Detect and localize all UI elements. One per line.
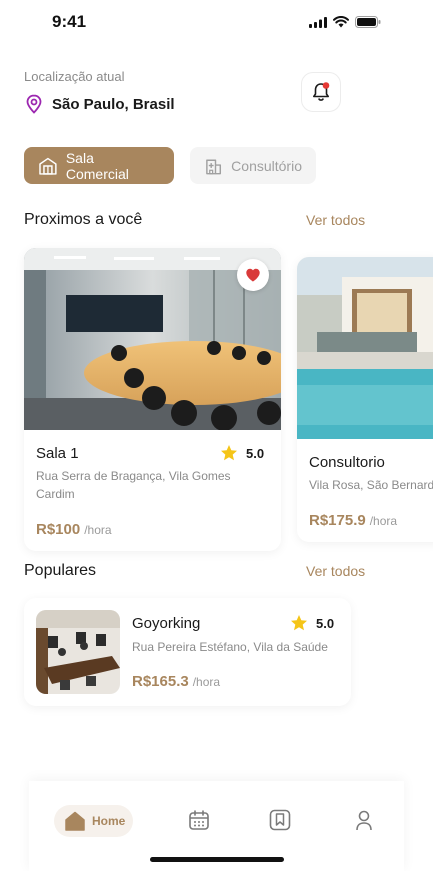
- nearby-card-consultorio[interactable]: Consultorio Vila Rosa, São Bernardo R$17…: [297, 257, 433, 542]
- price-value: R$165.3: [132, 673, 189, 690]
- category-chip-sala-comercial[interactable]: Sala Comercial: [24, 147, 174, 184]
- card-price: R$175.9 /hora: [309, 512, 397, 529]
- home-icon: [65, 811, 85, 831]
- card-price: R$100 /hora: [36, 521, 112, 538]
- home-indicator: [150, 857, 284, 862]
- status-bar: 9:41: [0, 0, 433, 44]
- building-icon: [39, 157, 57, 175]
- notification-dot: [322, 82, 330, 89]
- card-price: R$165.3 /hora: [132, 673, 220, 690]
- coworking-image: [36, 610, 120, 694]
- star-icon: [221, 445, 237, 461]
- rating-value: 5.0: [246, 445, 265, 461]
- card-title: Sala 1: [36, 445, 79, 462]
- nearby-card-sala-1[interactable]: Sala 1 5.0 Rua Serra de Bragança, Vila G…: [24, 248, 281, 551]
- location-label: Localização atual: [24, 69, 125, 84]
- nav-home-label: Home: [92, 814, 126, 828]
- card-address: Rua Serra de Bragança, Vila Gomes Cardim: [36, 469, 231, 501]
- star-icon: [291, 615, 307, 631]
- popular-section-title: Populares: [24, 562, 97, 579]
- status-time: 9:41: [52, 12, 87, 31]
- price-value: R$175.9: [309, 512, 366, 529]
- location-value: São Paulo, Brasil: [52, 95, 175, 113]
- category-chip-consultorio[interactable]: Consultório: [190, 147, 316, 184]
- map-pin-icon: [26, 94, 42, 114]
- heart-icon: [246, 268, 260, 282]
- card-address: Vila Rosa, São Bernardo: [309, 478, 433, 492]
- battery-icon: [355, 16, 381, 28]
- notification-button[interactable]: [301, 72, 341, 112]
- rating-value: 5.0: [316, 615, 335, 631]
- bottom-nav: Home: [29, 781, 404, 871]
- card-rating: 5.0: [220, 444, 264, 462]
- category-chip-label: Consultório: [231, 157, 302, 174]
- profile-icon[interactable]: [353, 809, 375, 831]
- popular-see-all-link[interactable]: Ver todos: [306, 563, 365, 579]
- cellular-signal-icon: [309, 16, 327, 28]
- bell-icon: [313, 82, 330, 101]
- pool-house-image: [297, 257, 433, 439]
- nav-home-tab[interactable]: Home: [54, 805, 133, 837]
- location-selector[interactable]: São Paulo, Brasil: [24, 94, 175, 114]
- bookmark-icon[interactable]: [269, 809, 291, 831]
- card-title: Consultorio: [309, 454, 385, 471]
- clinic-icon: [206, 159, 222, 174]
- card-title: Goyorking: [132, 615, 201, 632]
- price-unit: /hora: [192, 675, 221, 689]
- popular-card-goyorking[interactable]: Goyorking 5.0 Rua Pereira Estéfano, Vila…: [24, 598, 351, 706]
- category-chip-label: Sala Comercial: [65, 149, 129, 182]
- nearby-section-title: Proximos a você: [24, 211, 143, 228]
- favorite-button[interactable]: [237, 259, 269, 291]
- price-value: R$100: [36, 521, 81, 538]
- price-unit: /hora: [84, 523, 112, 537]
- status-icons: [309, 16, 381, 28]
- nearby-see-all-link[interactable]: Ver todos: [306, 212, 365, 228]
- card-address: Rua Pereira Estéfano, Vila da Saúde: [132, 640, 328, 654]
- calendar-icon[interactable]: [188, 809, 210, 831]
- card-rating: 5.0: [290, 614, 334, 632]
- price-unit: /hora: [369, 514, 398, 528]
- wifi-icon: [333, 16, 349, 28]
